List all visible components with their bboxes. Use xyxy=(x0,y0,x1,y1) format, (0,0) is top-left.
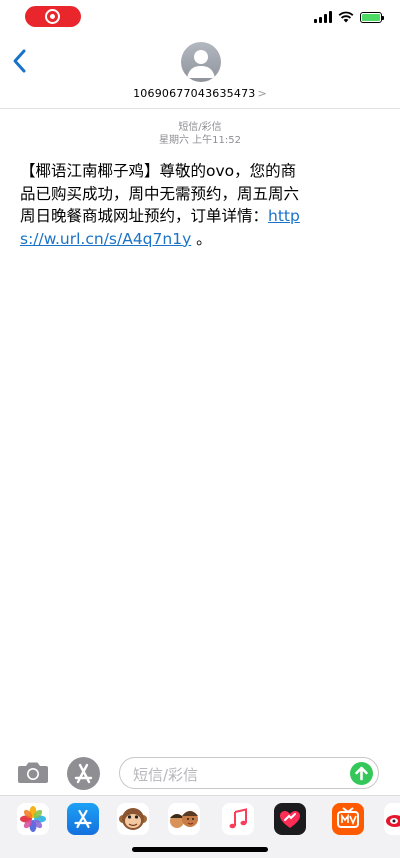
screen-recording-indicator[interactable] xyxy=(25,6,81,27)
battery-icon xyxy=(360,11,384,23)
contact-number: 10690677043635473 xyxy=(133,87,256,100)
message-input[interactable]: 短信/彩信 xyxy=(119,757,379,789)
app-drawer xyxy=(0,795,400,858)
app-store-button[interactable] xyxy=(67,757,100,790)
arrow-up-icon xyxy=(355,766,368,781)
camera-icon[interactable] xyxy=(17,760,49,784)
status-bar xyxy=(0,0,400,34)
message-input-placeholder: 短信/彩信 xyxy=(133,766,199,784)
app-store-icon xyxy=(74,763,93,784)
thread-meta: 短信/彩信 星期六 上午11:52 xyxy=(0,121,400,147)
conversation-header: 10690677043635473 > xyxy=(0,34,400,109)
cellular-signal-icon xyxy=(314,11,332,23)
photos-icon[interactable] xyxy=(17,803,49,835)
weibo-icon[interactable] xyxy=(384,803,400,835)
music-icon[interactable] xyxy=(222,803,254,835)
contact-name[interactable]: 10690677043635473 > xyxy=(0,87,400,100)
mango-tv-icon[interactable] xyxy=(332,803,364,835)
animoji-icon[interactable] xyxy=(117,803,149,835)
back-chevron-icon[interactable] xyxy=(8,46,32,76)
chevron-right-icon: > xyxy=(257,87,267,100)
record-icon xyxy=(45,9,60,24)
message-tail: 。 xyxy=(191,229,212,248)
service-label: 短信/彩信 xyxy=(178,122,222,133)
contact-avatar[interactable] xyxy=(181,42,221,82)
send-button[interactable] xyxy=(350,762,373,785)
home-indicator[interactable] xyxy=(132,847,268,852)
wifi-icon xyxy=(338,11,354,23)
app-store-icon[interactable] xyxy=(67,803,99,835)
message-timestamp: 星期六 上午11:52 xyxy=(159,135,241,146)
message-text: 【椰语江南椰子鸡】尊敬的ovo，您的商品已购买成功，周中无需预约，周五周六周日晚… xyxy=(20,162,300,225)
input-bar: 短信/彩信 xyxy=(0,752,400,792)
status-icons xyxy=(314,10,384,24)
memoji-icon[interactable] xyxy=(168,803,200,835)
message-bubble[interactable]: 【椰语江南椰子鸡】尊敬的ovo，您的商品已购买成功，周中无需预约，周五周六周日晚… xyxy=(20,160,310,250)
person-icon xyxy=(187,50,215,78)
digital-touch-icon[interactable] xyxy=(274,803,306,835)
